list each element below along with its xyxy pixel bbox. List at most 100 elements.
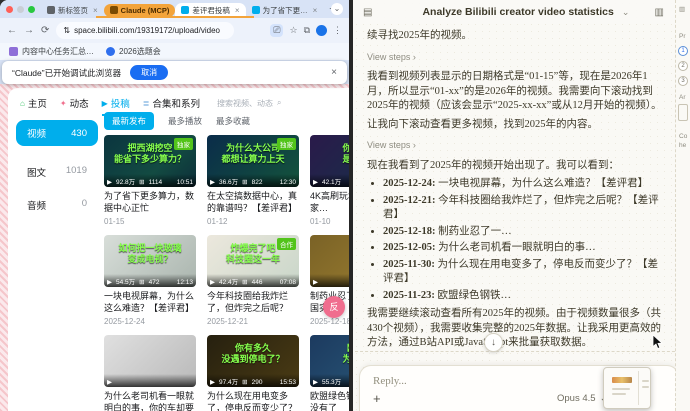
video-title[interactable]: 为了省下更多算力，数据中心正忙着“电”改“光”【差评君】 xyxy=(104,191,196,214)
claude-app-window: ▤ Analyze Bilibili creator video statist… xyxy=(353,0,690,411)
video-title[interactable]: 为什么现在用电变多了，停电反而变少了？【差评君】 xyxy=(207,391,299,411)
sidebar-item-audio[interactable]: 音频 0 xyxy=(16,198,98,212)
nav-dynamic[interactable]: ✦ 动态 xyxy=(60,96,89,110)
close-tab-icon[interactable]: × xyxy=(93,6,98,15)
space-search-input[interactable]: 搜索视频、动态 ⌕ xyxy=(217,98,281,109)
reload-icon[interactable]: ⟳ xyxy=(41,25,49,36)
video-title[interactable]: 为什么老司机看一眼就明白的事，你的车却要开到跟前才急刹… xyxy=(104,391,196,411)
video-title[interactable]: 今年科技圈给我炸烂了，但炸完之后呢？【差评君】 xyxy=(207,291,299,314)
profile-avatar[interactable] xyxy=(316,25,327,36)
model-selector[interactable]: Opus 4.5 ⌄ xyxy=(557,393,608,404)
tab-bilibili-video[interactable]: 为了省下更… × xyxy=(246,3,324,18)
artifact-thumbnail[interactable] xyxy=(678,104,688,121)
video-thumbnail[interactable]: 你玩的是AI吗 ▶42.1万 xyxy=(310,135,349,187)
tab-new-tab-page[interactable]: 新标签页 × xyxy=(41,3,104,18)
video-thumbnail[interactable]: 如何把一块玻璃变成电视？ ▶54.5万 ⊞472 12:13 xyxy=(104,235,196,287)
close-tab-icon[interactable]: × xyxy=(235,6,240,15)
panel-icon[interactable]: ▥ xyxy=(679,5,685,13)
bookmark-item[interactable]: 2026选题会 xyxy=(106,46,161,57)
video-title[interactable]: 在太空搞数据中心，真的靠谱吗？【差评君】 xyxy=(207,191,299,214)
minimize-window-button[interactable] xyxy=(17,6,24,13)
forward-icon[interactable]: → xyxy=(24,25,34,36)
nav-home[interactable]: ⌂ 主页 xyxy=(20,96,47,110)
sort-tab-most-favorited[interactable]: 最多收藏 xyxy=(216,115,250,127)
video-thumbnail[interactable]: 炸爆完了吧科技圈这一年 合作 ▶42.4万 ⊞446 07:08 xyxy=(207,235,299,287)
video-date: 2025-12-18 xyxy=(310,317,349,326)
video-thumbnail[interactable]: 欧盟为什么 ▶55.3万 xyxy=(310,335,349,387)
close-window-button[interactable] xyxy=(6,6,13,13)
title-chevron-icon[interactable]: ⌄ xyxy=(622,7,630,18)
play-count-icon: ▶ xyxy=(210,278,215,286)
right-panel-toggle-icon[interactable]: ▥ xyxy=(655,7,664,18)
tab-claude-mcp[interactable]: Claude (MCP) xyxy=(104,4,176,17)
back-icon[interactable]: ← xyxy=(7,25,17,36)
url-text: space.bilibili.com/19319172/upload/video xyxy=(74,26,220,35)
video-title[interactable]: 一块电视屏幕，为什么这么难造？【差评君】 xyxy=(104,291,196,314)
exclusive-badge: 独家 xyxy=(277,138,296,150)
video-grid: 最新发布 最多播放 最多收藏 把西湖挖空能省下多少算力？ 独家 ▶ xyxy=(104,112,349,411)
step-3-badge[interactable]: 3 xyxy=(678,76,688,86)
site-info-icon[interactable]: ⇅ xyxy=(63,26,70,35)
close-notification-icon[interactable]: × xyxy=(331,67,337,78)
view-steps-link[interactable]: View steps › xyxy=(367,50,667,65)
danmaku-icon: ⊞ xyxy=(139,178,144,186)
preview-line xyxy=(612,393,626,395)
video-card[interactable]: 你有多久没遇到停电了？ ▶97.4万 ⊞290 15:53 为什么现在用电变多了… xyxy=(207,335,299,411)
video-title[interactable]: 4K高刷玩3A，AI给玩家… xyxy=(310,191,349,214)
address-bar[interactable]: ⇅ space.bilibili.com/19319172/upload/vid… xyxy=(56,22,234,39)
step-1-badge[interactable]: 1 xyxy=(678,46,688,56)
screen-share-icon[interactable]: ⎚ xyxy=(270,24,283,37)
video-thumbnail[interactable]: ▶ xyxy=(104,335,196,387)
conversation-title[interactable]: Analyze Bilibili creator video statistic… xyxy=(422,6,613,18)
screen-preview-thumbnail[interactable] xyxy=(603,367,651,409)
feedback-floating-button[interactable]: 反 xyxy=(323,296,345,318)
rail-label: he xyxy=(679,142,686,149)
window-controls[interactable] xyxy=(6,6,35,13)
collection-icon: ≣ xyxy=(143,99,150,108)
danmaku-icon: ⊞ xyxy=(242,178,247,186)
newtab-favicon xyxy=(47,6,55,14)
sort-tab-most-played[interactable]: 最多播放 xyxy=(168,115,202,127)
danmaku-icon: ⊞ xyxy=(139,278,144,286)
video-duration: 07:08 xyxy=(280,279,296,286)
video-thumbnail[interactable]: 你有多久没遇到停电了？ ▶97.4万 ⊞290 15:53 xyxy=(207,335,299,387)
nav-collections[interactable]: ≣ 合集和系列 xyxy=(143,96,200,110)
play-count-icon: ▶ xyxy=(313,278,318,286)
video-card[interactable]: 把西湖挖空能省下多少算力？ 独家 ▶92.8万 ⊞1114 10:51 为了省下… xyxy=(104,135,196,226)
video-bullet-list: 2025-12-24: 一块电视屏幕，为什么这么难造？【差评君】 2025-12… xyxy=(370,177,667,303)
video-card[interactable]: 为什么大公司都想让算力上天 独家 ▶36.6万 ⊞822 12:30 在太空搞数… xyxy=(207,135,299,226)
sidebar-toggle-icon[interactable]: ▤ xyxy=(363,7,372,18)
zoom-window-button[interactable] xyxy=(28,6,35,13)
tab-strip: 新标签页 × Claude (MCP) 差评君投稿 × 为了省下更… × + ⌄ xyxy=(0,0,349,18)
attach-plus-icon[interactable]: + xyxy=(373,391,381,406)
video-title[interactable]: 欧盟绿色钢铁…铁，也没有了 xyxy=(310,391,349,411)
sidebar-item-articles[interactable]: 图文 1019 xyxy=(16,165,98,179)
bookmark-label: 内容中心任务汇总… xyxy=(22,46,94,57)
scroll-to-bottom-button[interactable]: ↓ xyxy=(484,333,503,352)
view-steps-link[interactable]: View steps › xyxy=(367,138,667,153)
bilibili-space-card: ⌂ 主页 ✦ 动态 ▶ 投稿 ≣ 合集和系列 xyxy=(8,88,349,411)
video-thumbnail[interactable]: 为什么大公司都想让算力上天 独家 ▶36.6万 ⊞822 12:30 xyxy=(207,135,299,187)
extensions-icon[interactable]: ⧉ xyxy=(304,25,310,36)
bookmark-star-icon[interactable]: ☆ xyxy=(289,25,297,36)
tab-search-icon[interactable]: ⌄ xyxy=(331,3,343,15)
bilibili-favicon xyxy=(181,6,189,14)
video-duration: 12:30 xyxy=(280,179,296,186)
play-count-icon: ▶ xyxy=(210,378,215,386)
video-card[interactable]: 如何把一块玻璃变成电视？ ▶54.5万 ⊞472 12:13 一块电视屏幕，为什… xyxy=(104,235,196,326)
video-card[interactable]: ▶ 为什么老司机看一眼就明白的事，你的车却要开到跟前才急刹… 2025-12-0… xyxy=(104,335,196,411)
close-tab-icon[interactable]: × xyxy=(313,6,318,15)
video-card[interactable]: 你玩的是AI吗 ▶42.1万 4K高刷玩3A，AI给玩家… 01-10 xyxy=(310,135,349,226)
cooperation-badge: 合作 xyxy=(277,238,296,250)
video-thumbnail[interactable]: 把西湖挖空能省下多少算力？ 独家 ▶92.8万 ⊞1114 10:51 xyxy=(104,135,196,187)
video-thumbnail[interactable]: ▶ xyxy=(310,235,349,287)
bookmark-item[interactable]: 内容中心任务汇总… xyxy=(9,46,94,57)
sidebar-item-video[interactable]: 视频 430 xyxy=(16,120,98,146)
video-card[interactable]: 炸爆完了吧科技圈这一年 合作 ▶42.4万 ⊞446 07:08 今年科技圈给我… xyxy=(207,235,299,326)
step-2-badge[interactable]: 2 xyxy=(678,61,688,71)
sort-tab-newest[interactable]: 最新发布 xyxy=(104,112,154,130)
video-card[interactable]: 欧盟为什么 ▶55.3万 欧盟绿色钢铁…铁，也没有了 2025-11-23 xyxy=(310,335,349,411)
reply-input-box[interactable]: Reply... + Opus 4.5 ⌄ ◉ xyxy=(359,365,679,411)
browser-menu-icon[interactable]: ⋮ xyxy=(333,25,342,36)
cancel-debug-button[interactable]: 取消 xyxy=(130,65,168,80)
